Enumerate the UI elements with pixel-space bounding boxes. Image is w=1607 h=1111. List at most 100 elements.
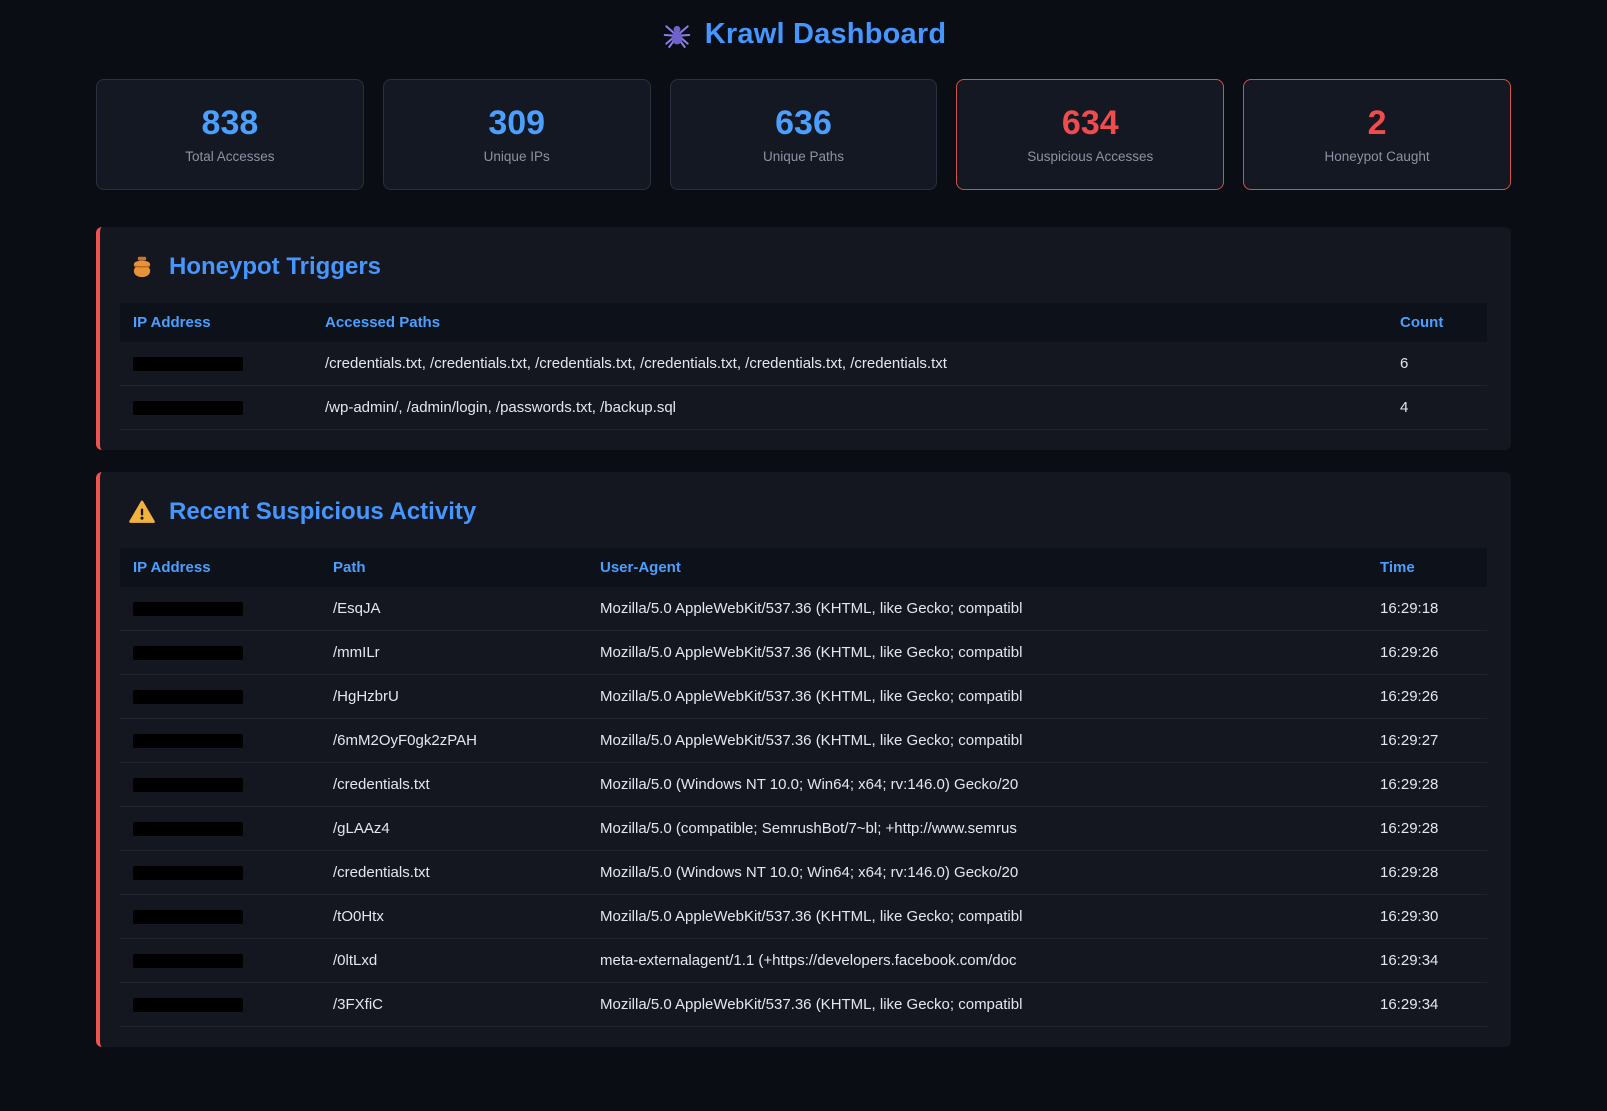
spider-icon (661, 19, 693, 51)
stat-value: 636 (775, 106, 832, 140)
path-cell: /6mM2OyF0gk2zPAH (320, 719, 587, 762)
honeypot-icon (128, 253, 156, 281)
honeypot-table: IP Address Accessed Paths Count /credent… (120, 303, 1487, 430)
suspicious-panel-title: Recent Suspicious Activity (128, 498, 1487, 526)
time-cell: 16:29:34 (1367, 939, 1487, 982)
path-cell: /tO0Htx (320, 895, 587, 938)
path-cell: /HgHzbrU (320, 675, 587, 718)
suspicious-title: Recent Suspicious Activity (169, 498, 476, 526)
suspicious-row: /6mM2OyF0gk2zPAH Mozilla/5.0 AppleWebKit… (120, 719, 1487, 763)
time-cell: 16:29:26 (1367, 675, 1487, 718)
user-agent-cell: Mozilla/5.0 AppleWebKit/537.36 (KHTML, l… (587, 719, 1367, 762)
time-cell: 16:29:27 (1367, 719, 1487, 762)
accessed-paths-cell: /wp-admin/, /admin/login, /passwords.txt… (312, 386, 1387, 429)
redacted-ip (133, 822, 243, 836)
path-cell: /mmILr (320, 631, 587, 674)
path-cell: /credentials.txt (320, 851, 587, 894)
time-cell: 16:29:30 (1367, 895, 1487, 938)
redacted-ip (133, 910, 243, 924)
redacted-ip (133, 866, 243, 880)
suspicious-row: /mmILr Mozilla/5.0 AppleWebKit/537.36 (K… (120, 631, 1487, 675)
time-cell: 16:29:18 (1367, 587, 1487, 630)
ip-cell (120, 763, 320, 806)
honeypot-panel-title: Honeypot Triggers (128, 253, 1487, 281)
stat-label: Total Accesses (185, 149, 274, 164)
redacted-ip (133, 690, 243, 704)
ip-cell (120, 983, 320, 1026)
stat-label: Honeypot Caught (1325, 149, 1430, 164)
user-agent-cell: Mozilla/5.0 AppleWebKit/537.36 (KHTML, l… (587, 675, 1367, 718)
user-agent-cell: Mozilla/5.0 AppleWebKit/537.36 (KHTML, l… (587, 631, 1367, 674)
redacted-ip (133, 646, 243, 660)
suspicious-row: /tO0Htx Mozilla/5.0 AppleWebKit/537.36 (… (120, 895, 1487, 939)
redacted-ip (133, 602, 243, 616)
stat-value: 309 (488, 106, 545, 140)
ip-cell (120, 587, 320, 630)
col-header-user-agent: User-Agent (587, 548, 1367, 587)
user-agent-cell: Mozilla/5.0 (Windows NT 10.0; Win64; x64… (587, 763, 1367, 806)
count-cell: 6 (1387, 342, 1487, 385)
suspicious-row: /gLAAz4 Mozilla/5.0 (compatible; Semrush… (120, 807, 1487, 851)
time-cell: 16:29:28 (1367, 763, 1487, 806)
ip-cell (120, 675, 320, 718)
path-cell: /gLAAz4 (320, 807, 587, 850)
suspicious-table-body: /EsqJA Mozilla/5.0 AppleWebKit/537.36 (K… (120, 587, 1487, 1027)
time-cell: 16:29:34 (1367, 983, 1487, 1026)
redacted-ip (133, 401, 243, 415)
suspicious-row: /credentials.txt Mozilla/5.0 (Windows NT… (120, 851, 1487, 895)
honeypot-table-header: IP Address Accessed Paths Count (120, 303, 1487, 342)
stat-label: Suspicious Accesses (1027, 149, 1153, 164)
ip-cell (120, 939, 320, 982)
user-agent-cell: Mozilla/5.0 (compatible; SemrushBot/7~bl… (587, 807, 1367, 850)
stat-value: 838 (202, 106, 259, 140)
time-cell: 16:29:28 (1367, 851, 1487, 894)
user-agent-cell: Mozilla/5.0 AppleWebKit/537.36 (KHTML, l… (587, 895, 1367, 938)
honeypot-table-body: /credentials.txt, /credentials.txt, /cre… (120, 342, 1487, 430)
krawl-dashboard-page: Krawl Dashboard 838 Total Accesses 309 U… (0, 0, 1607, 1111)
suspicious-row: /credentials.txt Mozilla/5.0 (Windows NT… (120, 763, 1487, 807)
suspicious-table: IP Address Path User-Agent Time /EsqJA M… (120, 548, 1487, 1027)
stat-card-honeypot-caught: 2 Honeypot Caught (1243, 79, 1511, 190)
honeypot-panel: Honeypot Triggers IP Address Accessed Pa… (96, 227, 1511, 450)
path-cell: /0ltLxd (320, 939, 587, 982)
time-cell: 16:29:26 (1367, 631, 1487, 674)
stat-card-unique-paths: 636 Unique Paths (670, 79, 938, 190)
redacted-ip (133, 734, 243, 748)
page-header: Krawl Dashboard (96, 0, 1511, 79)
ip-cell (120, 631, 320, 674)
suspicious-row: /EsqJA Mozilla/5.0 AppleWebKit/537.36 (K… (120, 587, 1487, 631)
stat-card-total-accesses: 838 Total Accesses (96, 79, 364, 190)
redacted-ip (133, 357, 243, 371)
user-agent-cell: Mozilla/5.0 AppleWebKit/537.36 (KHTML, l… (587, 587, 1367, 630)
time-cell: 16:29:28 (1367, 807, 1487, 850)
warning-icon (128, 498, 156, 526)
user-agent-cell: Mozilla/5.0 (Windows NT 10.0; Win64; x64… (587, 851, 1367, 894)
stat-card-unique-ips: 309 Unique IPs (383, 79, 651, 190)
stat-label: Unique IPs (484, 149, 550, 164)
redacted-ip (133, 998, 243, 1012)
col-header-count: Count (1387, 303, 1487, 342)
stat-card-suspicious-accesses: 634 Suspicious Accesses (956, 79, 1224, 190)
path-cell: /3FXfiC (320, 983, 587, 1026)
path-cell: /credentials.txt (320, 763, 587, 806)
suspicious-table-header: IP Address Path User-Agent Time (120, 548, 1487, 587)
ip-cell (120, 807, 320, 850)
user-agent-cell: Mozilla/5.0 AppleWebKit/537.36 (KHTML, l… (587, 983, 1367, 1026)
suspicious-row: /0ltLxd meta-externalagent/1.1 (+https:/… (120, 939, 1487, 983)
stat-value: 2 (1368, 106, 1387, 140)
col-header-ip: IP Address (120, 303, 312, 342)
ip-cell (120, 851, 320, 894)
count-cell: 4 (1387, 386, 1487, 429)
ip-cell (120, 386, 312, 429)
col-header-accessed-paths: Accessed Paths (312, 303, 1387, 342)
path-cell: /EsqJA (320, 587, 587, 630)
redacted-ip (133, 954, 243, 968)
accessed-paths-cell: /credentials.txt, /credentials.txt, /cre… (312, 342, 1387, 385)
suspicious-row: /3FXfiC Mozilla/5.0 AppleWebKit/537.36 (… (120, 983, 1487, 1027)
suspicious-panel: Recent Suspicious Activity IP Address Pa… (96, 472, 1511, 1047)
redacted-ip (133, 778, 243, 792)
ip-cell (120, 895, 320, 938)
suspicious-row: /HgHzbrU Mozilla/5.0 AppleWebKit/537.36 … (120, 675, 1487, 719)
ip-cell (120, 719, 320, 762)
ip-cell (120, 342, 312, 385)
